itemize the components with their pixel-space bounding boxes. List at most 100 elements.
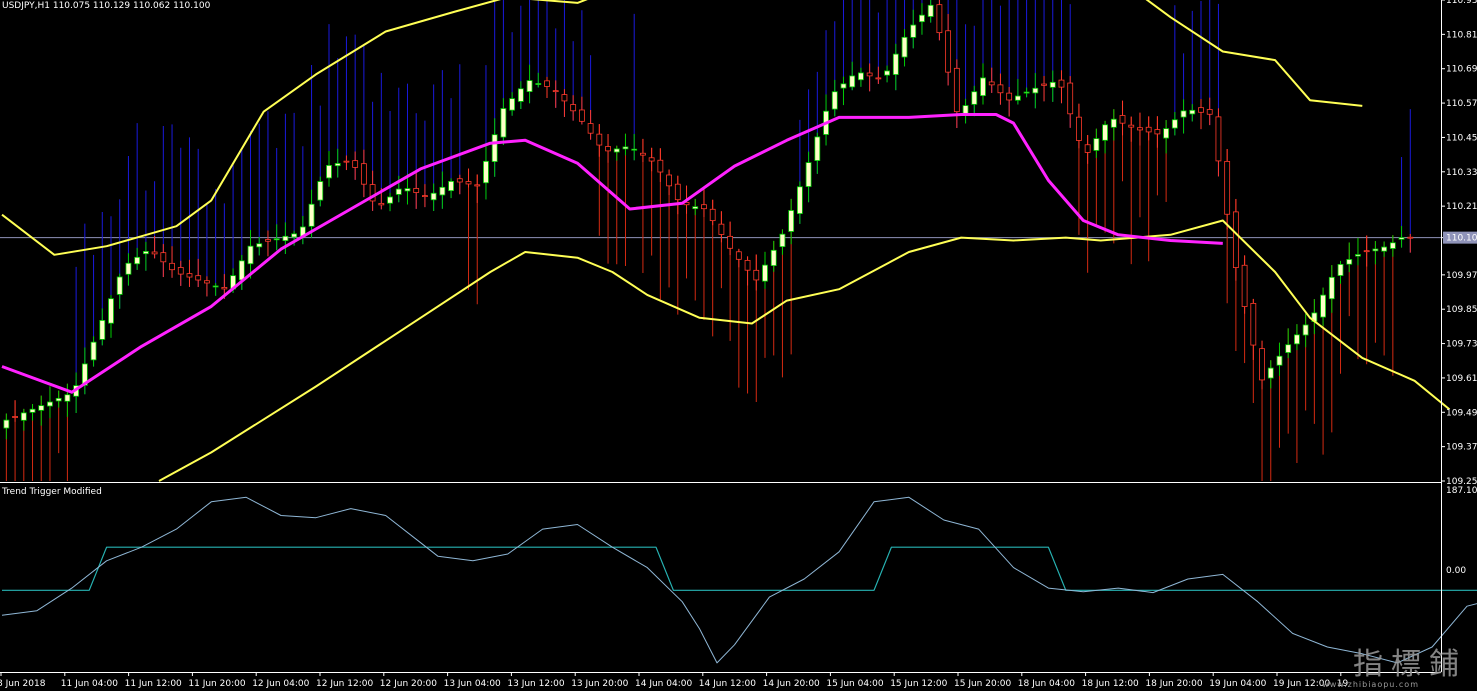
candle-body xyxy=(875,77,882,80)
candle-body xyxy=(38,405,45,411)
candle-body xyxy=(1407,236,1414,239)
candle-body xyxy=(866,72,873,77)
indicator-title: Trend Trigger Modified xyxy=(2,487,102,497)
price-tick-label: 110.930 xyxy=(1446,0,1477,6)
candle-body xyxy=(1128,124,1135,128)
candle-body xyxy=(326,165,332,179)
candle-body xyxy=(1058,79,1065,88)
time-tick-label: 14 Jun 20:00 xyxy=(763,679,820,689)
candle-body xyxy=(238,260,245,281)
candle-body xyxy=(90,341,97,361)
candle-body xyxy=(709,208,716,222)
candle-body xyxy=(430,192,437,201)
watermark-url: www.zhibiaopu.com xyxy=(1322,680,1419,689)
price-tick-label: 109.610 xyxy=(1446,374,1477,384)
time-tick-label: 18 Jun 12:00 xyxy=(1082,679,1139,689)
candle-body xyxy=(1049,81,1056,88)
candle-body xyxy=(509,98,516,111)
candle-body xyxy=(796,186,803,214)
candle-body xyxy=(291,233,298,238)
candle-body xyxy=(884,70,890,76)
candle-body xyxy=(195,275,202,281)
candle-body xyxy=(1389,242,1396,249)
candle-body xyxy=(1137,127,1143,131)
price-tick-label: 109.970 xyxy=(1446,271,1477,281)
candle-body xyxy=(1198,107,1204,113)
time-tick-label: 12 Jun 12:00 xyxy=(316,679,373,689)
price-tick-label: 110.810 xyxy=(1446,30,1477,40)
price-tick-label: 110.450 xyxy=(1446,133,1477,143)
candle-body xyxy=(648,157,655,162)
candle-body xyxy=(212,285,219,288)
time-tick-label: 12 Jun 20:00 xyxy=(380,679,437,689)
candle-body xyxy=(1398,237,1405,240)
candle-body xyxy=(613,148,620,153)
candle-body xyxy=(1328,276,1335,300)
candle-body xyxy=(360,163,367,185)
candle-body xyxy=(1215,116,1222,162)
candle-body xyxy=(1067,82,1074,115)
candle-body xyxy=(674,183,681,201)
candle-body xyxy=(526,80,533,92)
candle-body xyxy=(125,262,132,275)
candle-body xyxy=(99,320,106,340)
candle-body xyxy=(439,186,446,196)
time-tick-label: 11 Jun 12:00 xyxy=(125,679,182,689)
candle-body xyxy=(20,412,27,421)
candle-body xyxy=(1119,115,1126,124)
candle-body xyxy=(256,243,263,248)
candle-body xyxy=(404,188,411,192)
candle-body xyxy=(1163,128,1170,139)
candle-body xyxy=(727,235,734,249)
candle-body xyxy=(1355,254,1361,257)
candle-body xyxy=(988,81,995,86)
time-tick-label: 13 Jun 12:00 xyxy=(507,679,564,689)
candle-body xyxy=(1032,87,1039,94)
candle-body xyxy=(474,184,481,187)
candle-body xyxy=(12,416,18,418)
time-tick-label: 13 Jun 20:00 xyxy=(571,679,628,689)
candle-body xyxy=(273,238,280,241)
candle-body xyxy=(448,181,454,192)
ohlc-values: 110.075 110.129 110.062 110.100 xyxy=(52,1,211,11)
candle-body xyxy=(605,146,611,152)
candle-body xyxy=(701,204,707,210)
candle-body xyxy=(735,251,742,260)
candle-body xyxy=(395,188,402,195)
time-tick-label: 8 Jun 2018 xyxy=(0,679,46,689)
candle-body xyxy=(631,148,638,151)
symbol-label: USDJPY,H1 xyxy=(2,1,50,11)
candle-body xyxy=(108,298,114,324)
candle-body xyxy=(1180,110,1187,118)
candle-body xyxy=(500,108,507,138)
candle-body xyxy=(343,160,350,163)
candle-body xyxy=(3,419,10,429)
price-tick-label: 110.210 xyxy=(1446,202,1477,212)
time-tick-label: 18 Jun 20:00 xyxy=(1145,679,1202,689)
symbol-header: USDJPY,H1 110.075 110.129 110.062 110.10… xyxy=(2,1,210,11)
candle-body xyxy=(910,24,917,38)
candle-body xyxy=(456,178,463,183)
candle-body xyxy=(718,223,725,235)
price-tick-label: 110.570 xyxy=(1446,99,1477,109)
candle-body xyxy=(1171,119,1178,129)
candle-body xyxy=(753,269,760,281)
candle-body xyxy=(901,36,908,58)
time-tick-label: 13 Jun 04:00 xyxy=(444,679,501,689)
candle-body xyxy=(657,159,664,173)
price-tick-label: 110.690 xyxy=(1446,65,1477,75)
price-tick-label: 110.330 xyxy=(1446,168,1477,178)
candle-body xyxy=(535,83,542,85)
candle-body xyxy=(587,123,594,134)
candle-body xyxy=(762,264,768,282)
time-tick-label: 14 Jun 04:00 xyxy=(635,679,692,689)
price-panel xyxy=(0,0,1451,482)
candle-body xyxy=(570,104,577,112)
candle-body xyxy=(788,210,795,232)
candle-body xyxy=(849,75,856,88)
candle-body xyxy=(919,14,925,23)
candle-body xyxy=(204,280,210,284)
candle-body xyxy=(953,67,960,113)
candle-body xyxy=(1014,95,1021,101)
candle-body xyxy=(186,273,193,278)
